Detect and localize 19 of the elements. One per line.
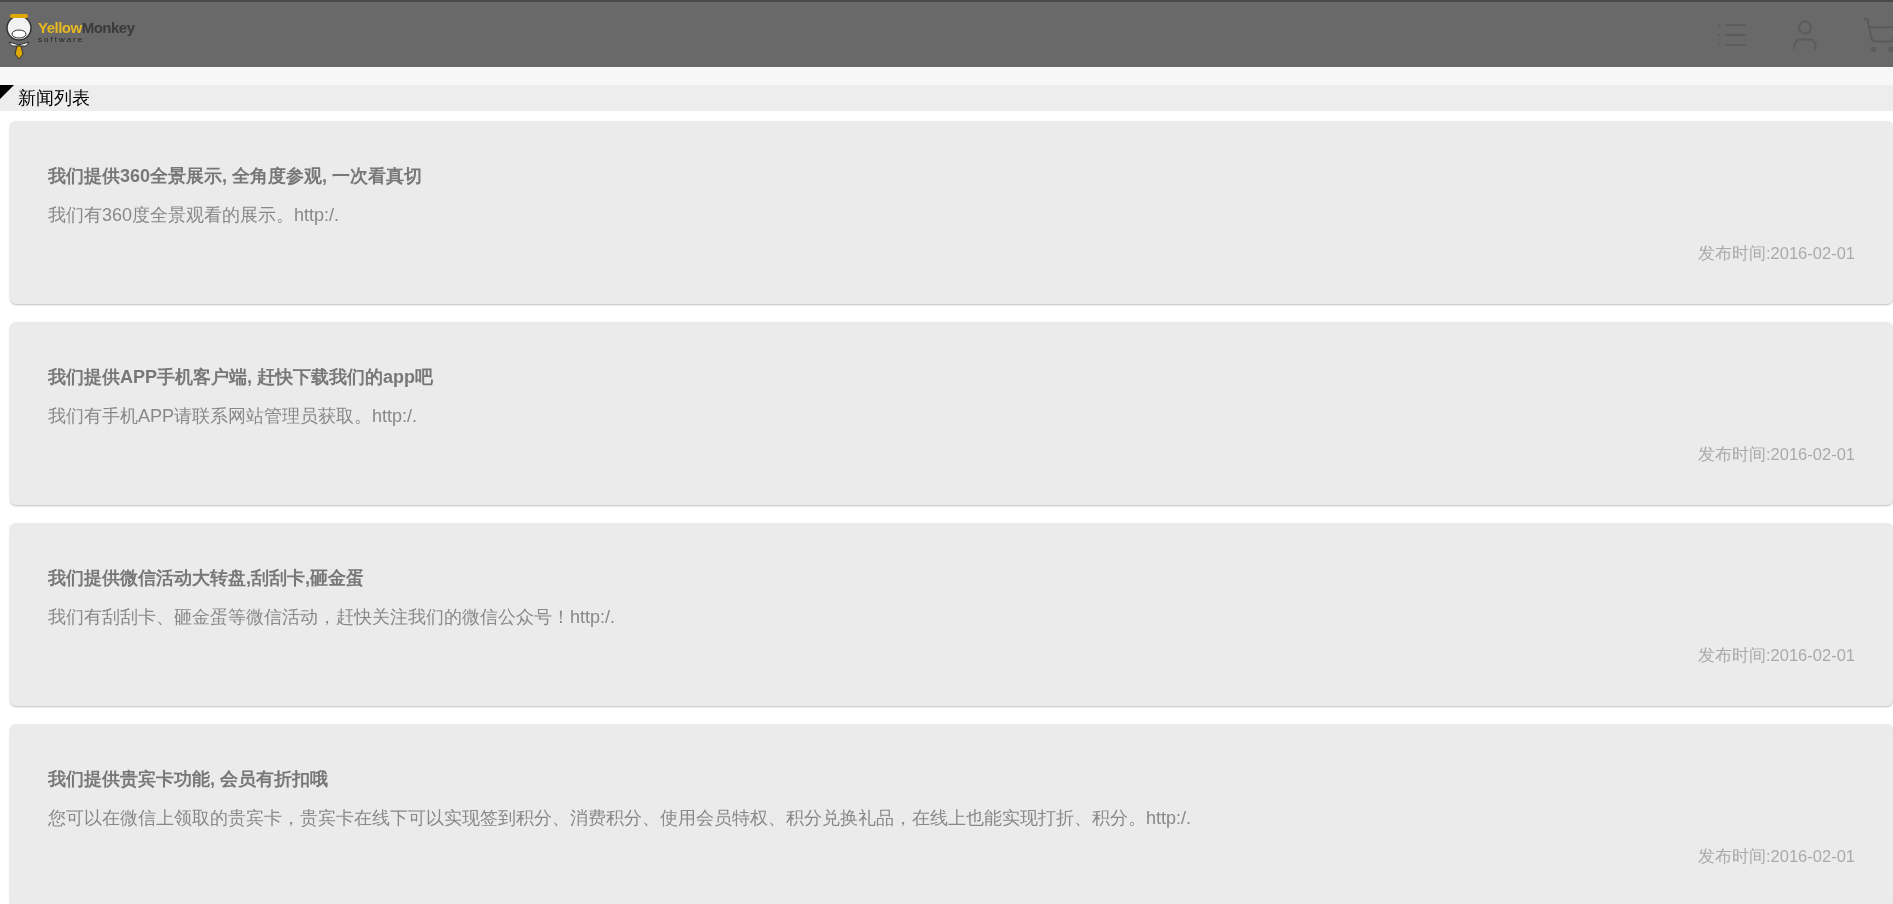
news-title: 我们提供微信活动大转盘,刮刮卡,砸金蛋	[48, 567, 365, 590]
publish-date: 发布时间:2016-02-01	[1698, 645, 1855, 666]
news-title: 我们提供APP手机客户端, 赶快下载我们的app吧	[48, 366, 434, 389]
news-card[interactable]: 我们提供APP手机客户端, 赶快下载我们的app吧 我们有手机APP请联系网站管理员获取。http:/. 发布时间:2016-02-01	[10, 322, 1893, 505]
news-card[interactable]: 我们提供360全景展示, 全角度参观, 一次看真切 我们有360度全景观看的展示。http:/. 发布时间:2016-02-01	[10, 121, 1893, 304]
news-card[interactable]: 我们提供微信活动大转盘,刮刮卡,砸金蛋 我们有刮刮卡、砸金蛋等微信活动，赶快关注我们的微信公众号！http:/. 发布时间:2016-02-01	[10, 523, 1893, 706]
brand-tagline: software	[38, 35, 85, 44]
news-summary: 我们有360度全景观看的展示。http:/.	[48, 204, 341, 227]
news-card[interactable]: 我们提供贵宾卡功能, 会员有折扣哦 您可以在微信上领取的贵宾卡，贵宾卡在线下可以实现签到积分、消费积分、使用会员特权、积分兑换礼品，在线上也能实现打折、积分。http:/. 发布时间:2016-02-01	[10, 724, 1893, 904]
news-summary: 我们有刮刮卡、砸金蛋等微信活动，赶快关注我们的微信公众号！http:/.	[48, 606, 617, 629]
news-summary: 您可以在微信上领取的贵宾卡，贵宾卡在线下可以实现签到积分、消费积分、使用会员特权、积分兑换礼品，在线上也能实现打折、积分。http:/.	[48, 807, 1193, 830]
publish-date: 发布时间:2016-02-01	[1698, 846, 1855, 867]
news-summary: 我们有手机APP请联系网站管理员获取。http:/.	[48, 405, 419, 428]
publish-date: 发布时间:2016-02-01	[1698, 243, 1855, 264]
news-title: 我们提供360全景展示, 全角度参观, 一次看真切	[48, 165, 424, 188]
corner-triangle-icon	[0, 85, 14, 99]
news-title: 我们提供贵宾卡功能, 会员有折扣哦	[48, 768, 329, 791]
section-title: 新闻列表	[18, 89, 90, 107]
publish-date: 发布时间:2016-02-01	[1698, 444, 1855, 465]
